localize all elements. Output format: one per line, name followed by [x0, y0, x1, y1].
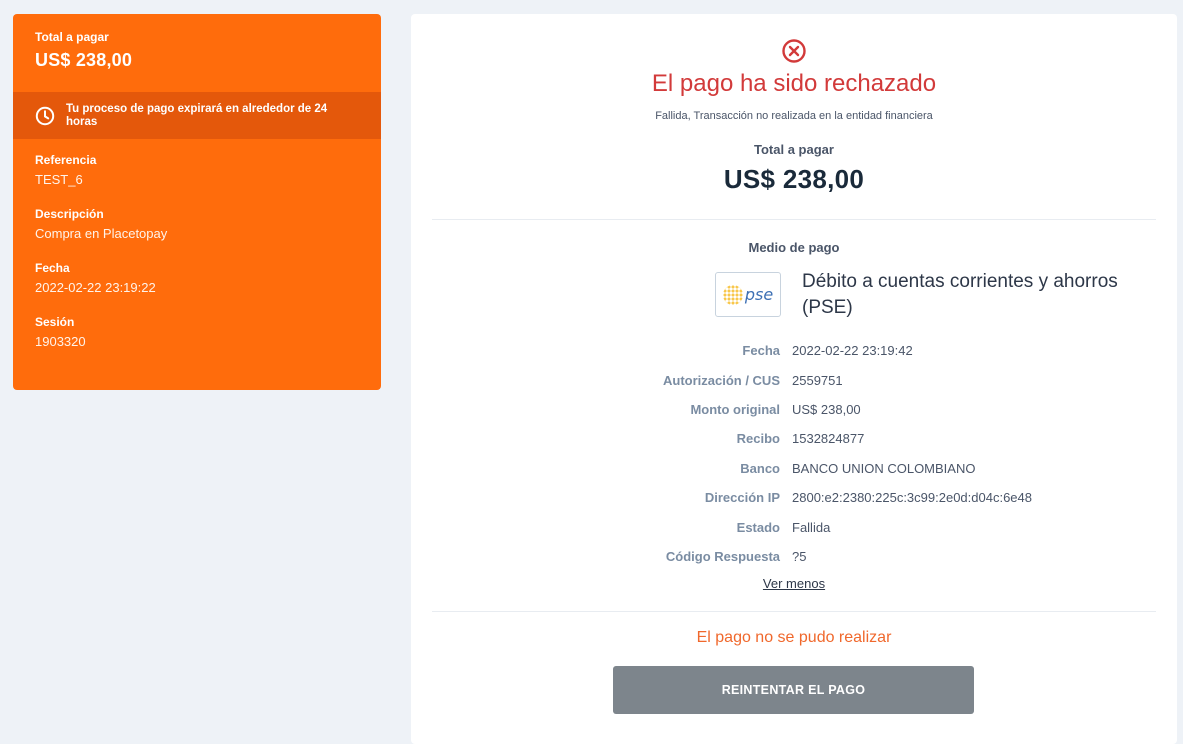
detail-label: Fecha: [742, 343, 780, 359]
summary-item-description: Descripción Compra en Placetopay: [35, 207, 359, 242]
detail-value: 2800:e2:2380:225c:3c99:2e0d:d04c:6e48: [792, 490, 1032, 506]
payment-method-name: Débito a cuentas corrientes y ahorros (P…: [802, 271, 1118, 318]
payment-result-card: El pago ha sido rechazado Fallida, Trans…: [411, 14, 1177, 744]
pse-dots-icon: [722, 284, 743, 305]
detail-label: Estado: [736, 519, 780, 535]
detail-value: Fallida: [792, 519, 831, 535]
detail-row: Recibo 1532824877: [411, 424, 1177, 453]
see-less-link[interactable]: Ver menos: [763, 576, 825, 591]
detail-label: Dirección IP: [704, 490, 780, 506]
detail-row: Fecha 2022-02-22 23:19:42: [411, 336, 1177, 365]
summary-item-label: Sesión: [35, 315, 75, 329]
summary-item-value: Compra en Placetopay: [35, 226, 168, 241]
detail-value: 1532824877: [792, 431, 865, 447]
detail-row: Monto original US$ 238,00: [411, 395, 1177, 424]
detail-row: Dirección IP 2800:e2:2380:225c:3c99:2e0d…: [411, 483, 1177, 512]
detail-row: Banco BANCO UNION COLOMBIANO: [411, 454, 1177, 483]
x-circle-icon: [782, 39, 806, 63]
summary-item-session: Sesión 1903320: [35, 315, 359, 350]
summary-item-label: Referencia: [35, 153, 97, 167]
detail-value: ?5: [792, 548, 807, 564]
detail-value: 2022-02-22 23:19:42: [792, 343, 913, 359]
retry-payment-button[interactable]: REINTENTAR EL PAGO: [613, 666, 974, 714]
detail-row: Código Respuesta ?5: [411, 542, 1177, 571]
summary-total: Total a pagar US$ 238,00: [13, 14, 381, 92]
transaction-details: Fecha 2022-02-22 23:19:42 Autorización /…: [411, 336, 1177, 571]
divider: [432, 611, 1156, 612]
summary-total-amount: US$ 238,00: [35, 50, 133, 70]
expiration-notice: Tu proceso de pago expirará en alrededor…: [13, 92, 381, 139]
summary-item-reference: Referencia TEST_6: [35, 153, 359, 188]
summary-item-label: Fecha: [35, 261, 70, 275]
detail-row: Autorización / CUS 2559751: [411, 365, 1177, 394]
detail-label: Recibo: [736, 431, 780, 447]
summary-item-value: 1903320: [35, 334, 86, 349]
status-subtitle: Fallida, Transacción no realizada en la …: [655, 110, 933, 122]
expiration-text: Tu proceso de pago expirará en alrededor…: [66, 102, 328, 128]
summary-item-label: Descripción: [35, 207, 104, 221]
summary-item-value: TEST_6: [35, 172, 83, 187]
divider: [432, 219, 1156, 220]
detail-row: Estado Fallida: [411, 512, 1177, 541]
payment-summary-panel: Total a pagar US$ 238,00 Tu proceso de p…: [13, 14, 381, 390]
detail-label: Autorización / CUS: [662, 372, 780, 388]
pse-logo-text: pse: [744, 285, 774, 304]
detail-value: BANCO UNION COLOMBIANO: [792, 460, 976, 476]
toggle-details-wrapper: Ver menos: [411, 576, 1177, 591]
detail-label: Monto original: [690, 401, 780, 417]
summary-item-value: 2022-02-22 23:19:22: [35, 280, 156, 295]
detail-label: Código Respuesta: [665, 548, 780, 564]
pse-logo: pse: [715, 272, 781, 317]
status-title: El pago ha sido rechazado: [651, 70, 937, 97]
detail-value: US$ 238,00: [792, 401, 861, 417]
detail-value: 2559751: [792, 372, 843, 388]
total-label: Total a pagar: [754, 142, 834, 157]
payment-method-label: Medio de pago: [748, 240, 840, 255]
summary-item-date: Fecha 2022-02-22 23:19:22: [35, 261, 359, 296]
summary-total-label: Total a pagar: [35, 30, 109, 44]
failure-message: El pago no se pudo realizar: [696, 629, 892, 646]
detail-label: Banco: [740, 460, 780, 476]
summary-details: Referencia TEST_6 Descripción Compra en …: [13, 139, 381, 350]
total-amount: US$ 238,00: [723, 164, 865, 194]
clock-icon: [35, 106, 55, 125]
